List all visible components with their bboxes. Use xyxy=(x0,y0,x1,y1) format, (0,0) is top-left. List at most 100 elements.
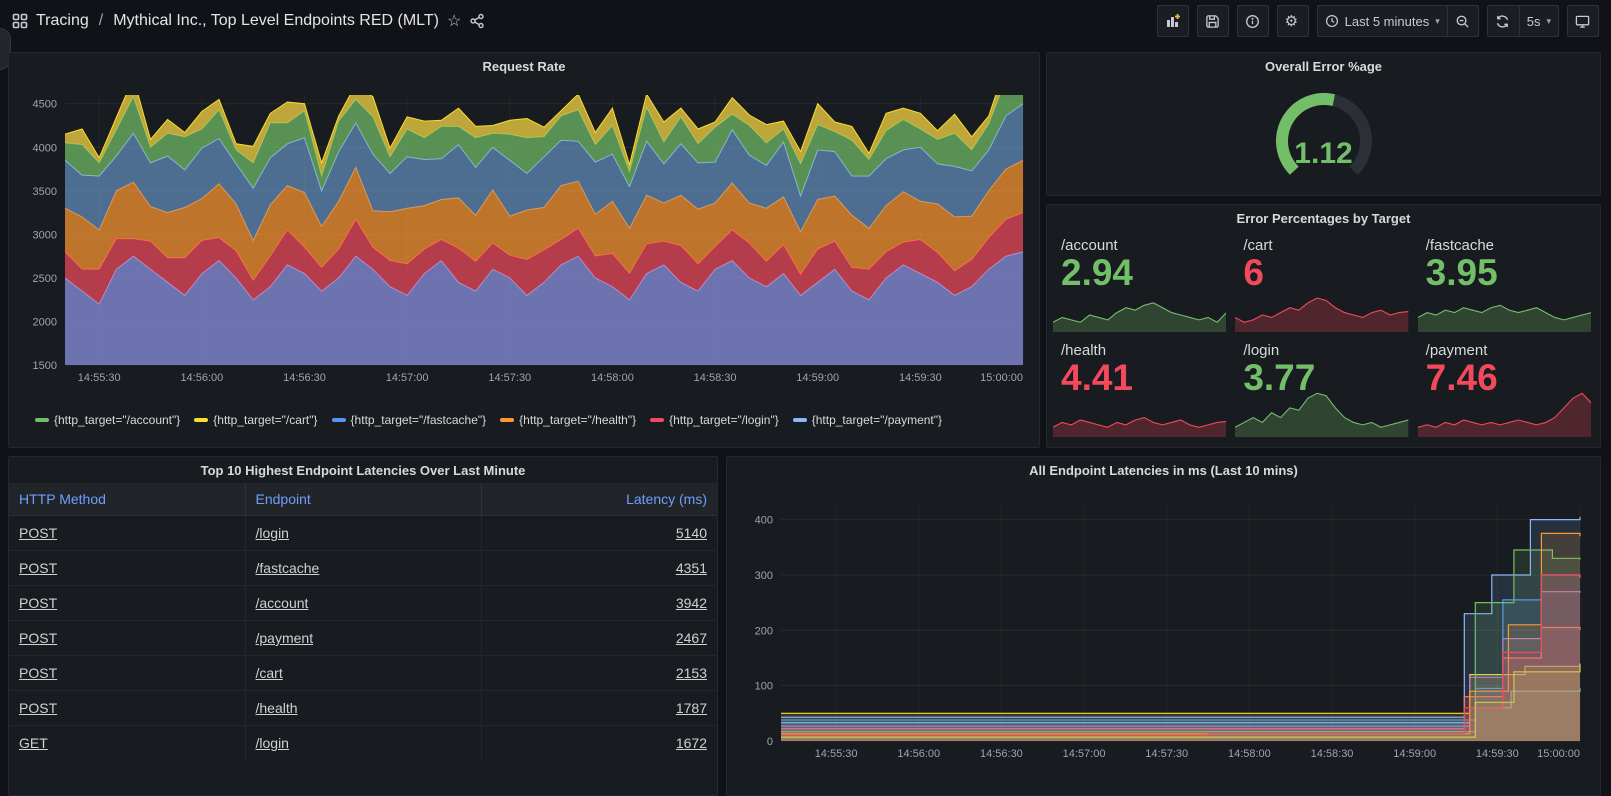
table-cell-link[interactable]: 2153 xyxy=(676,665,707,681)
svg-text:14:57:30: 14:57:30 xyxy=(488,372,531,384)
clock-icon xyxy=(1325,14,1339,28)
error-stats-grid: /account2.94/cart6/fastcache3.95/health4… xyxy=(1047,231,1600,443)
monitor-icon xyxy=(1575,14,1590,29)
table-cell-link[interactable]: /login xyxy=(256,735,289,751)
stat-sparkline xyxy=(1418,280,1591,332)
svg-text:14:55:30: 14:55:30 xyxy=(815,748,858,760)
zoom-out-time-button[interactable] xyxy=(1447,5,1479,37)
toolbar: ⚙ Last 5 minutes ▾ 5s ▾ xyxy=(1157,5,1599,37)
svg-text:14:58:00: 14:58:00 xyxy=(591,372,634,384)
legend-item[interactable]: {http_target="/payment"} xyxy=(793,413,942,427)
refresh-button[interactable] xyxy=(1487,5,1519,37)
table-cell-link[interactable]: /fastcache xyxy=(256,560,320,576)
breadcrumb-root[interactable]: Tracing xyxy=(36,12,89,30)
share-icon[interactable] xyxy=(469,13,485,29)
table-row: POST/health 1787 xyxy=(9,691,717,726)
table-column-header[interactable]: HTTP Method xyxy=(9,483,245,516)
table-cell-link[interactable]: GET xyxy=(19,735,48,751)
svg-text:2500: 2500 xyxy=(33,273,57,285)
panel-title[interactable]: Overall Error %age xyxy=(1047,53,1600,79)
legend-swatch xyxy=(194,418,208,422)
latency-chart[interactable]: 010020030040014:55:3014:56:0014:56:3014:… xyxy=(735,483,1592,783)
request-rate-chart[interactable]: 150020002500300035004000450014:55:3014:5… xyxy=(17,79,1031,409)
dashboard-title[interactable]: Mythical Inc., Top Level Endpoints RED (… xyxy=(113,12,439,30)
table-header-row: HTTP MethodEndpointLatency (ms) xyxy=(9,483,717,516)
legend-item[interactable]: {http_target="/health"} xyxy=(500,413,636,427)
dashboard-insights-button[interactable] xyxy=(1237,5,1269,37)
svg-text:4500: 4500 xyxy=(33,99,57,111)
legend-item[interactable]: {http_target="/cart"} xyxy=(194,413,317,427)
panel-title[interactable]: Error Percentages by Target xyxy=(1047,205,1600,231)
legend-swatch xyxy=(650,418,664,422)
kiosk-mode-button[interactable] xyxy=(1567,5,1599,37)
svg-text:15:00:00: 15:00:00 xyxy=(1537,748,1580,760)
panel-title[interactable]: All Endpoint Latencies in ms (Last 10 mi… xyxy=(727,457,1600,483)
time-range-picker[interactable]: Last 5 minutes ▾ xyxy=(1317,5,1447,37)
stat-panel-health: /health4.41 xyxy=(1053,338,1229,437)
table-row: POST/cart 2153 xyxy=(9,656,717,691)
table-row: POST/account 3942 xyxy=(9,586,717,621)
table-column-header[interactable]: Latency (ms) xyxy=(481,483,717,516)
request-rate-legend: {http_target="/account"} {http_target="/c… xyxy=(9,409,1039,427)
table-row: POST/login 5140 xyxy=(9,516,717,551)
latency-table: HTTP MethodEndpointLatency (ms) POST/log… xyxy=(9,483,717,760)
svg-text:3000: 3000 xyxy=(33,229,57,241)
panel-title[interactable]: Top 10 Highest Endpoint Latencies Over L… xyxy=(9,457,717,483)
refresh-interval-label: 5s xyxy=(1527,14,1541,29)
star-icon[interactable]: ☆ xyxy=(447,11,461,31)
stat-sparkline xyxy=(1053,280,1226,332)
svg-text:4000: 4000 xyxy=(33,142,57,154)
table-cell-link[interactable]: POST xyxy=(19,630,57,646)
breadcrumb: Tracing / Mythical Inc., Top Level Endpo… xyxy=(12,11,485,31)
table-cell-link[interactable]: 1787 xyxy=(676,700,707,716)
table-cell-link[interactable]: /health xyxy=(256,700,298,716)
stat-target-label: /account xyxy=(1053,233,1229,254)
chevron-down-icon: ▾ xyxy=(1546,16,1551,27)
table-cell-link[interactable]: 4351 xyxy=(676,560,707,576)
stat-panel-account: /account2.94 xyxy=(1053,233,1229,332)
dashboard-settings-button[interactable]: ⚙ xyxy=(1277,5,1309,37)
svg-text:14:59:00: 14:59:00 xyxy=(796,372,839,384)
time-range-label: Last 5 minutes xyxy=(1345,14,1430,29)
magnifier-minus-icon xyxy=(1455,14,1470,29)
stat-panel-fastcache: /fastcache3.95 xyxy=(1418,233,1594,332)
stat-target-label: /fastcache xyxy=(1418,233,1594,254)
stat-target-label: /cart xyxy=(1235,233,1411,254)
svg-text:14:59:30: 14:59:30 xyxy=(1476,748,1519,760)
table-cell-link[interactable]: /login xyxy=(256,525,289,541)
error-gauge: 1.12 xyxy=(1047,79,1600,187)
table-cell-link[interactable]: /cart xyxy=(256,665,283,681)
table-column-header[interactable]: Endpoint xyxy=(245,483,481,516)
table-cell-link[interactable]: POST xyxy=(19,560,57,576)
table-cell-link[interactable]: 1672 xyxy=(676,735,707,751)
legend-swatch xyxy=(35,418,49,422)
legend-item[interactable]: {http_target="/fastcache"} xyxy=(332,413,487,427)
svg-text:0: 0 xyxy=(767,736,773,748)
legend-item[interactable]: {http_target="/account"} xyxy=(35,413,180,427)
table-cell-link[interactable]: POST xyxy=(19,525,57,541)
table-cell-link[interactable]: /payment xyxy=(256,630,314,646)
legend-item[interactable]: {http_target="/login"} xyxy=(650,413,779,427)
table-cell-link[interactable]: 5140 xyxy=(676,525,707,541)
table-cell-link[interactable]: POST xyxy=(19,595,57,611)
svg-text:400: 400 xyxy=(755,515,773,527)
stat-target-label: /login xyxy=(1235,338,1411,359)
table-cell-link[interactable]: POST xyxy=(19,700,57,716)
table-cell-link[interactable]: 3942 xyxy=(676,595,707,611)
panel-latency-chart: All Endpoint Latencies in ms (Last 10 mi… xyxy=(726,456,1601,796)
table-cell-link[interactable]: 2467 xyxy=(676,630,707,646)
svg-text:2000: 2000 xyxy=(33,316,57,328)
stat-sparkline xyxy=(1418,385,1591,437)
legend-label: {http_target="/account"} xyxy=(54,413,180,427)
svg-text:200: 200 xyxy=(755,625,773,637)
table-cell-link[interactable]: /account xyxy=(256,595,309,611)
save-dashboard-button[interactable] xyxy=(1197,5,1229,37)
add-panel-button[interactable] xyxy=(1157,5,1189,37)
stat-sparkline xyxy=(1053,385,1226,437)
stat-sparkline xyxy=(1235,385,1408,437)
apps-grid-icon[interactable] xyxy=(12,13,28,29)
refresh-interval-picker[interactable]: 5s ▾ xyxy=(1519,5,1559,37)
top-nav-bar: Tracing / Mythical Inc., Top Level Endpo… xyxy=(0,0,1611,42)
table-cell-link[interactable]: POST xyxy=(19,665,57,681)
panel-title[interactable]: Request Rate xyxy=(9,53,1039,79)
